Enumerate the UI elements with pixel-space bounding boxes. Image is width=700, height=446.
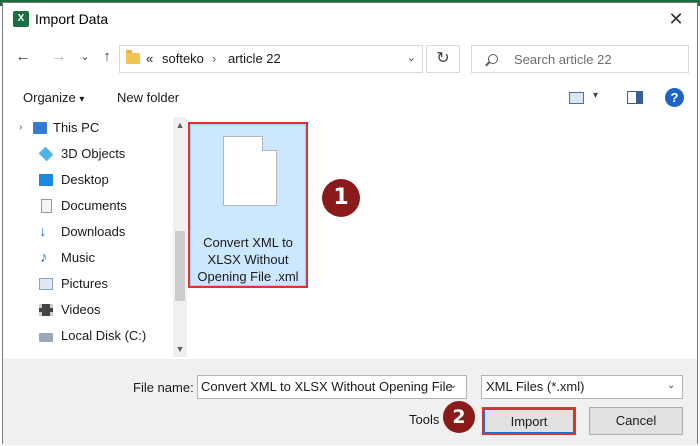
breadcrumb-separator[interactable]: › <box>212 51 216 66</box>
sidebar-item-this-pc[interactable]: › This PC <box>19 117 157 139</box>
tools-button[interactable]: Tools <box>409 412 439 427</box>
music-icon: ♪ <box>40 249 48 266</box>
breadcrumb-overflow[interactable]: « <box>146 51 153 66</box>
navigation-pane: › This PC 3D Objects Desktop Documents ↓… <box>19 117 187 357</box>
desktop-icon <box>39 174 53 186</box>
sidebar-item-local-disk[interactable]: Local Disk (C:) <box>19 325 157 347</box>
address-row: ← → ⌄ ↑ « softeko › article 22 ⌄ ↻ Searc… <box>3 41 697 75</box>
search-icon <box>488 54 498 64</box>
up-arrow-icon: ↑ <box>103 48 111 65</box>
sidebar-item-label: Documents <box>61 198 127 213</box>
xml-file-icon <box>223 136 277 206</box>
computer-icon <box>33 122 47 134</box>
refresh-button[interactable]: ↻ <box>426 45 460 73</box>
file-name-input[interactable]: Convert XML to XLSX Without Opening File <box>197 375 467 399</box>
step-2-callout: 2 <box>443 401 475 433</box>
up-button[interactable]: ↑ <box>97 47 117 67</box>
expand-chevron-icon[interactable]: › <box>19 117 22 139</box>
sidebar-item-music[interactable]: ♪ Music <box>19 247 157 269</box>
address-dropdown-icon[interactable]: ⌄ <box>407 51 416 64</box>
drive-icon <box>39 333 53 342</box>
import-button[interactable]: Import <box>482 407 576 435</box>
dialog-footer: File name: Convert XML to XLSX Without O… <box>3 359 697 445</box>
organize-dropdown-icon: ▾ <box>79 94 85 105</box>
file-name-field-label: File name: <box>133 380 194 395</box>
cube-icon <box>38 146 54 162</box>
organize-button[interactable]: Organize ▾ <box>23 90 84 105</box>
breadcrumb-article-22[interactable]: article 22 <box>228 51 281 66</box>
forward-arrow-icon: → <box>51 48 67 65</box>
sidebar-item-downloads[interactable]: ↓ Downloads <box>19 221 157 243</box>
sidebar-item-documents[interactable]: Documents <box>19 195 157 217</box>
file-name-label: Convert XML to XLSX Without Opening File… <box>197 235 299 284</box>
file-type-dropdown-icon[interactable]: ⌄ <box>667 380 675 391</box>
sidebar-item-videos[interactable]: Videos <box>19 299 157 321</box>
sidebar-item-label: Local Disk (C:) <box>61 328 147 343</box>
sidebar-item-label: This PC <box>53 120 100 135</box>
excel-app-icon: X <box>13 11 29 27</box>
forward-button[interactable]: → <box>49 47 69 67</box>
search-placeholder: Search article 22 <box>514 52 612 67</box>
sidebar-item-desktop[interactable]: Desktop <box>19 169 157 191</box>
close-icon: ✕ <box>668 9 684 29</box>
chevron-down-icon: ⌄ <box>80 51 90 63</box>
sidebar-item-label: Videos <box>61 302 101 317</box>
file-name-dropdown-icon[interactable]: ⌄ <box>449 380 457 391</box>
sidebar-item-label: 3D Objects <box>61 146 126 161</box>
dialog-title: Import Data <box>35 11 109 27</box>
command-toolbar: Organize ▾ New folder ▾ ? <box>3 83 697 113</box>
sidebar-item-label: Music <box>61 250 95 265</box>
help-icon[interactable]: ? <box>665 88 684 107</box>
pictures-icon <box>39 278 53 290</box>
organize-label: Organize <box>23 90 76 105</box>
cancel-button[interactable]: Cancel <box>589 407 683 435</box>
back-button[interactable]: ← <box>13 47 33 67</box>
file-list-pane: Convert XML to XLSX Without Opening File… <box>179 117 689 357</box>
videos-icon <box>39 304 53 316</box>
breadcrumb-softeko[interactable]: softeko <box>162 51 204 66</box>
step-1-callout: 1 <box>322 179 360 217</box>
search-input[interactable]: Search article 22 <box>471 45 689 73</box>
import-data-dialog: X Import Data ✕ ← → ⌄ ↑ « softeko › arti… <box>2 2 698 445</box>
refresh-icon: ↻ <box>436 50 450 67</box>
sidebar-item-label: Downloads <box>61 224 126 239</box>
new-folder-button[interactable]: New folder <box>117 90 179 105</box>
file-item-selected[interactable]: Convert XML to XLSX Without Opening File… <box>188 122 308 288</box>
documents-icon <box>41 199 52 213</box>
change-view-icon[interactable] <box>569 92 584 104</box>
recent-locations-button[interactable]: ⌄ <box>75 47 95 67</box>
sidebar-item-label: Pictures <box>61 276 108 291</box>
sidebar-item-pictures[interactable]: Pictures <box>19 273 157 295</box>
view-options-dropdown-icon[interactable]: ▾ <box>593 90 598 101</box>
download-icon: ↓ <box>39 223 47 240</box>
close-button[interactable]: ✕ <box>665 8 687 30</box>
file-type-select[interactable]: XML Files (*.xml) <box>481 375 683 399</box>
sidebar-item-label: Desktop <box>61 172 109 187</box>
address-bar[interactable]: « softeko › article 22 ⌄ <box>119 45 423 73</box>
preview-pane-icon[interactable] <box>627 91 643 104</box>
title-bar: X Import Data ✕ <box>3 3 697 35</box>
sidebar-item-3d-objects[interactable]: 3D Objects <box>19 143 157 165</box>
folder-icon <box>126 50 140 64</box>
back-arrow-icon: ← <box>15 48 31 65</box>
